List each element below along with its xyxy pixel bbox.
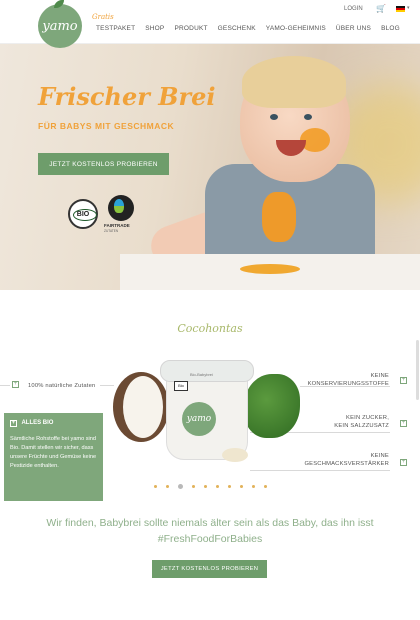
fairtrade-sub-label: ZUTATEN — [104, 229, 119, 233]
cup-label: Bio-Babybrei — [190, 372, 213, 377]
carousel-dot[interactable] — [227, 485, 231, 488]
feature-line1: KEINE — [370, 453, 389, 459]
bio-badge-text: BIO — [76, 210, 90, 218]
bottom-cta-button[interactable]: JETZT KOSTENLOS PROBIEREN — [152, 560, 267, 578]
carousel-dot[interactable] — [191, 485, 195, 488]
info-box-title-text: ALLES BIO — [21, 420, 54, 426]
hero-subtitle: FÜR BABYS MIT GESCHMACK — [38, 121, 175, 131]
feature-line1: KEINE — [370, 373, 389, 379]
login-link[interactable]: LOGIN — [344, 6, 363, 12]
carousel-dot[interactable] — [239, 485, 243, 488]
nav-item-ueber-uns[interactable]: ÜBER UNS — [336, 25, 371, 32]
feature-no-sugar-salt: KEIN ZUCKER, KEIN SALZZUSATZ — [334, 414, 389, 430]
bio-badge-icon: BIO — [68, 199, 98, 229]
spinach-image — [244, 374, 300, 438]
feature-line — [100, 385, 114, 386]
beans-image — [222, 448, 248, 462]
gratis-label: Gratis — [92, 13, 114, 21]
yamo-logo[interactable]: yamo — [38, 4, 82, 48]
hero-title: Frischer Brei — [38, 82, 216, 111]
scrollbar[interactable] — [416, 340, 419, 400]
carousel-dot[interactable] — [251, 485, 255, 488]
plus-icon[interactable]: + — [400, 377, 407, 384]
feature-line — [250, 470, 390, 471]
food-spill — [240, 264, 300, 274]
nav-item-blog[interactable]: BLOG — [381, 25, 400, 32]
page: Gratis TESTPAKET SHOP PRODUKT GESCHENK Y… — [0, 0, 420, 620]
coconut-flesh — [123, 376, 163, 438]
chevron-down-icon[interactable]: ▾ — [407, 5, 410, 11]
info-box-text: Sämtliche Rohstoffe bei yamo sind Bio. D… — [10, 436, 97, 469]
plus-icon[interactable]: + — [400, 420, 407, 427]
carousel-dot[interactable] — [203, 485, 207, 488]
plus-icon[interactable]: + — [12, 381, 19, 388]
carousel-dot[interactable] — [165, 485, 169, 488]
feature-line2: GESCHMACKSVERSTÄRKER — [304, 461, 389, 467]
food-splash — [262, 192, 296, 242]
shopping-cart-icon[interactable]: 🛒 — [376, 4, 386, 13]
nav-item-geschenk[interactable]: GESCHENK — [218, 25, 256, 32]
main-nav: TESTPAKET SHOP PRODUKT GESCHENK YAMO-GEH… — [96, 25, 400, 32]
cup-logo: yamo — [182, 402, 216, 436]
feature-natural-ingredients: 100% natürliche Zutaten — [28, 383, 96, 389]
fairtrade-label: FAIRTRADE — [104, 223, 130, 228]
fairtrade-badge-icon — [108, 195, 134, 221]
product-name: Cocohontas — [177, 322, 243, 335]
minus-icon[interactable]: + — [10, 420, 17, 427]
nav-item-testpaket[interactable]: TESTPAKET — [96, 25, 135, 32]
claim-text: Wir finden, Babybrei sollte niemals älte… — [0, 515, 420, 547]
feature-line1: KEIN ZUCKER, — [346, 415, 389, 421]
cup-bio-label: Bio — [174, 381, 188, 391]
feature-no-flavor-enhancers: KEINE GESCHMACKSVERSTÄRKER — [304, 452, 389, 468]
carousel-dot-active[interactable] — [177, 484, 183, 489]
carousel-dots — [0, 484, 420, 489]
baby-hair — [242, 56, 346, 108]
baby-eye — [270, 114, 278, 120]
german-flag-icon[interactable] — [396, 6, 405, 12]
product-cup-lid — [160, 360, 254, 382]
nav-item-produkt[interactable]: PRODUKT — [174, 25, 207, 32]
carousel-dot[interactable] — [153, 485, 157, 488]
hero-cta-button[interactable]: JETZT KOSTENLOS PROBIEREN — [38, 153, 169, 175]
carousel-dot[interactable] — [215, 485, 219, 488]
feature-line — [300, 386, 390, 387]
carousel-dot[interactable] — [263, 485, 267, 488]
feature-line — [0, 385, 10, 386]
nav-item-shop[interactable]: SHOP — [145, 25, 164, 32]
plus-icon[interactable]: + — [400, 459, 407, 466]
claim-line1: Wir finden, Babybrei sollte niemals älte… — [46, 517, 374, 529]
info-box-title: + ALLES BIO — [10, 420, 97, 427]
baby-eye — [304, 114, 312, 120]
nav-item-yamo-geheimnis[interactable]: YAMO-GEHEIMNIS — [266, 25, 326, 32]
claim-hashtag: #FreshFoodForBabies — [157, 533, 263, 545]
feature-line2: KEIN SALZZUSATZ — [334, 423, 389, 429]
